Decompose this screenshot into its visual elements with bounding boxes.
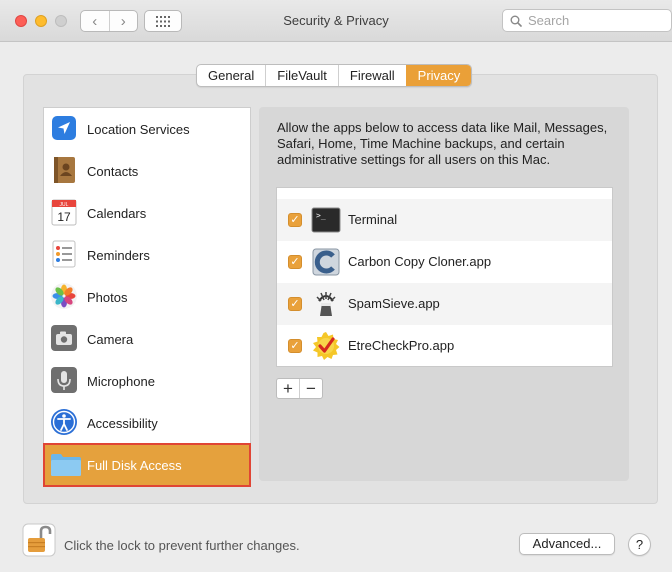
sidebar-item-label: Full Disk Access	[87, 457, 182, 473]
microphone-icon	[51, 367, 77, 393]
sidebar-item-camera[interactable]: Camera	[44, 318, 250, 360]
sidebar-item-full-disk-access[interactable]: Full Disk Access	[43, 443, 251, 487]
app-name: Carbon Copy Cloner.app	[348, 254, 492, 269]
reminders-list-icon	[52, 240, 76, 268]
app-list[interactable]: ✓ >_ Terminal ✓ Carbon Copy Cloner.app ✓…	[276, 187, 613, 367]
etrecheck-icon	[313, 332, 340, 360]
list-item[interactable]: ✓ >_ Terminal	[277, 199, 612, 241]
sidebar-item-label: Camera	[87, 331, 134, 347]
tab-general[interactable]: General	[197, 65, 265, 86]
help-button[interactable]: ?	[628, 533, 651, 556]
sidebar-item-label: Calendars	[87, 205, 147, 221]
app-name: SpamSieve.app	[348, 296, 440, 311]
search-field[interactable]	[502, 9, 672, 32]
app-checkbox[interactable]: ✓	[288, 213, 302, 227]
sidebar-item-reminders[interactable]: Reminders	[44, 234, 250, 276]
sidebar-item-microphone[interactable]: Microphone	[44, 360, 250, 402]
sidebar-item-photos[interactable]: Photos	[44, 276, 250, 318]
folder-icon	[51, 454, 81, 476]
terminal-icon: >_	[311, 207, 341, 233]
sidebar-item-label: Accessibility	[87, 415, 158, 431]
search-icon	[510, 15, 522, 27]
app-name: Terminal	[348, 212, 398, 227]
app-icon-partial	[311, 187, 341, 188]
app-checkbox[interactable]: ✓	[288, 297, 302, 311]
add-remove-control: + −	[276, 378, 323, 399]
privacy-category-list: Location Services Contacts JUL 17 Calend…	[43, 107, 251, 487]
remove-app-button[interactable]: −	[299, 379, 322, 398]
app-checkbox[interactable]: ✓	[288, 339, 302, 353]
sidebar-item-label: Location Services	[87, 121, 190, 137]
sidebar-item-label: Contacts	[87, 163, 139, 179]
sidebar-item-label: Photos	[87, 289, 128, 305]
advanced-button[interactable]: Advanced...	[519, 533, 615, 555]
list-item[interactable]: ✓ SpamSieve.app	[277, 283, 612, 325]
add-app-button[interactable]: +	[277, 379, 299, 398]
sidebar-item-calendars[interactable]: JUL 17 Calendars	[44, 192, 250, 234]
calendar-icon-day: 17	[57, 210, 71, 224]
app-checkbox[interactable]: ✓	[288, 255, 302, 269]
list-item[interactable]: ✓ EtreCheckPro.app	[277, 325, 612, 366]
tab-filevault[interactable]: FileVault	[265, 65, 338, 86]
sidebar-item-label: Microphone	[87, 373, 155, 389]
sidebar-item-contacts[interactable]: Contacts	[44, 150, 250, 192]
calendar-icon-month: JUL	[60, 202, 69, 208]
full-disk-access-description: Allow the apps below to access data like…	[277, 120, 608, 167]
unlocked-padlock-icon[interactable]	[22, 522, 56, 558]
list-item[interactable]: ✓ Carbon Copy Cloner.app	[277, 241, 612, 283]
tab-privacy[interactable]: Privacy	[405, 65, 472, 86]
carbon-copy-cloner-icon	[312, 248, 340, 276]
photos-flower-icon	[51, 283, 77, 309]
terminal-icon-prompt: >_	[316, 211, 326, 220]
tab-firewall[interactable]: Firewall	[337, 65, 406, 86]
spamsieve-icon	[316, 292, 336, 316]
calendar-icon: JUL 17	[51, 199, 77, 226]
title-bar: ‹ › Security & Privacy	[0, 0, 672, 42]
lock-status-text: Click the lock to prevent further change…	[64, 538, 300, 553]
location-arrow-icon	[52, 116, 76, 140]
sidebar-item-label: Reminders	[87, 247, 150, 263]
tab-bar: General FileVault Firewall Privacy	[196, 64, 473, 87]
sidebar-item-accessibility[interactable]: Accessibility	[44, 402, 250, 444]
contacts-book-icon	[54, 157, 75, 183]
sidebar-item-location-services[interactable]: Location Services	[44, 108, 250, 150]
list-item	[277, 187, 612, 194]
app-name: EtreCheckPro.app	[348, 338, 455, 353]
accessibility-icon	[51, 409, 77, 435]
camera-icon	[51, 325, 77, 351]
search-input[interactable]	[528, 13, 668, 28]
